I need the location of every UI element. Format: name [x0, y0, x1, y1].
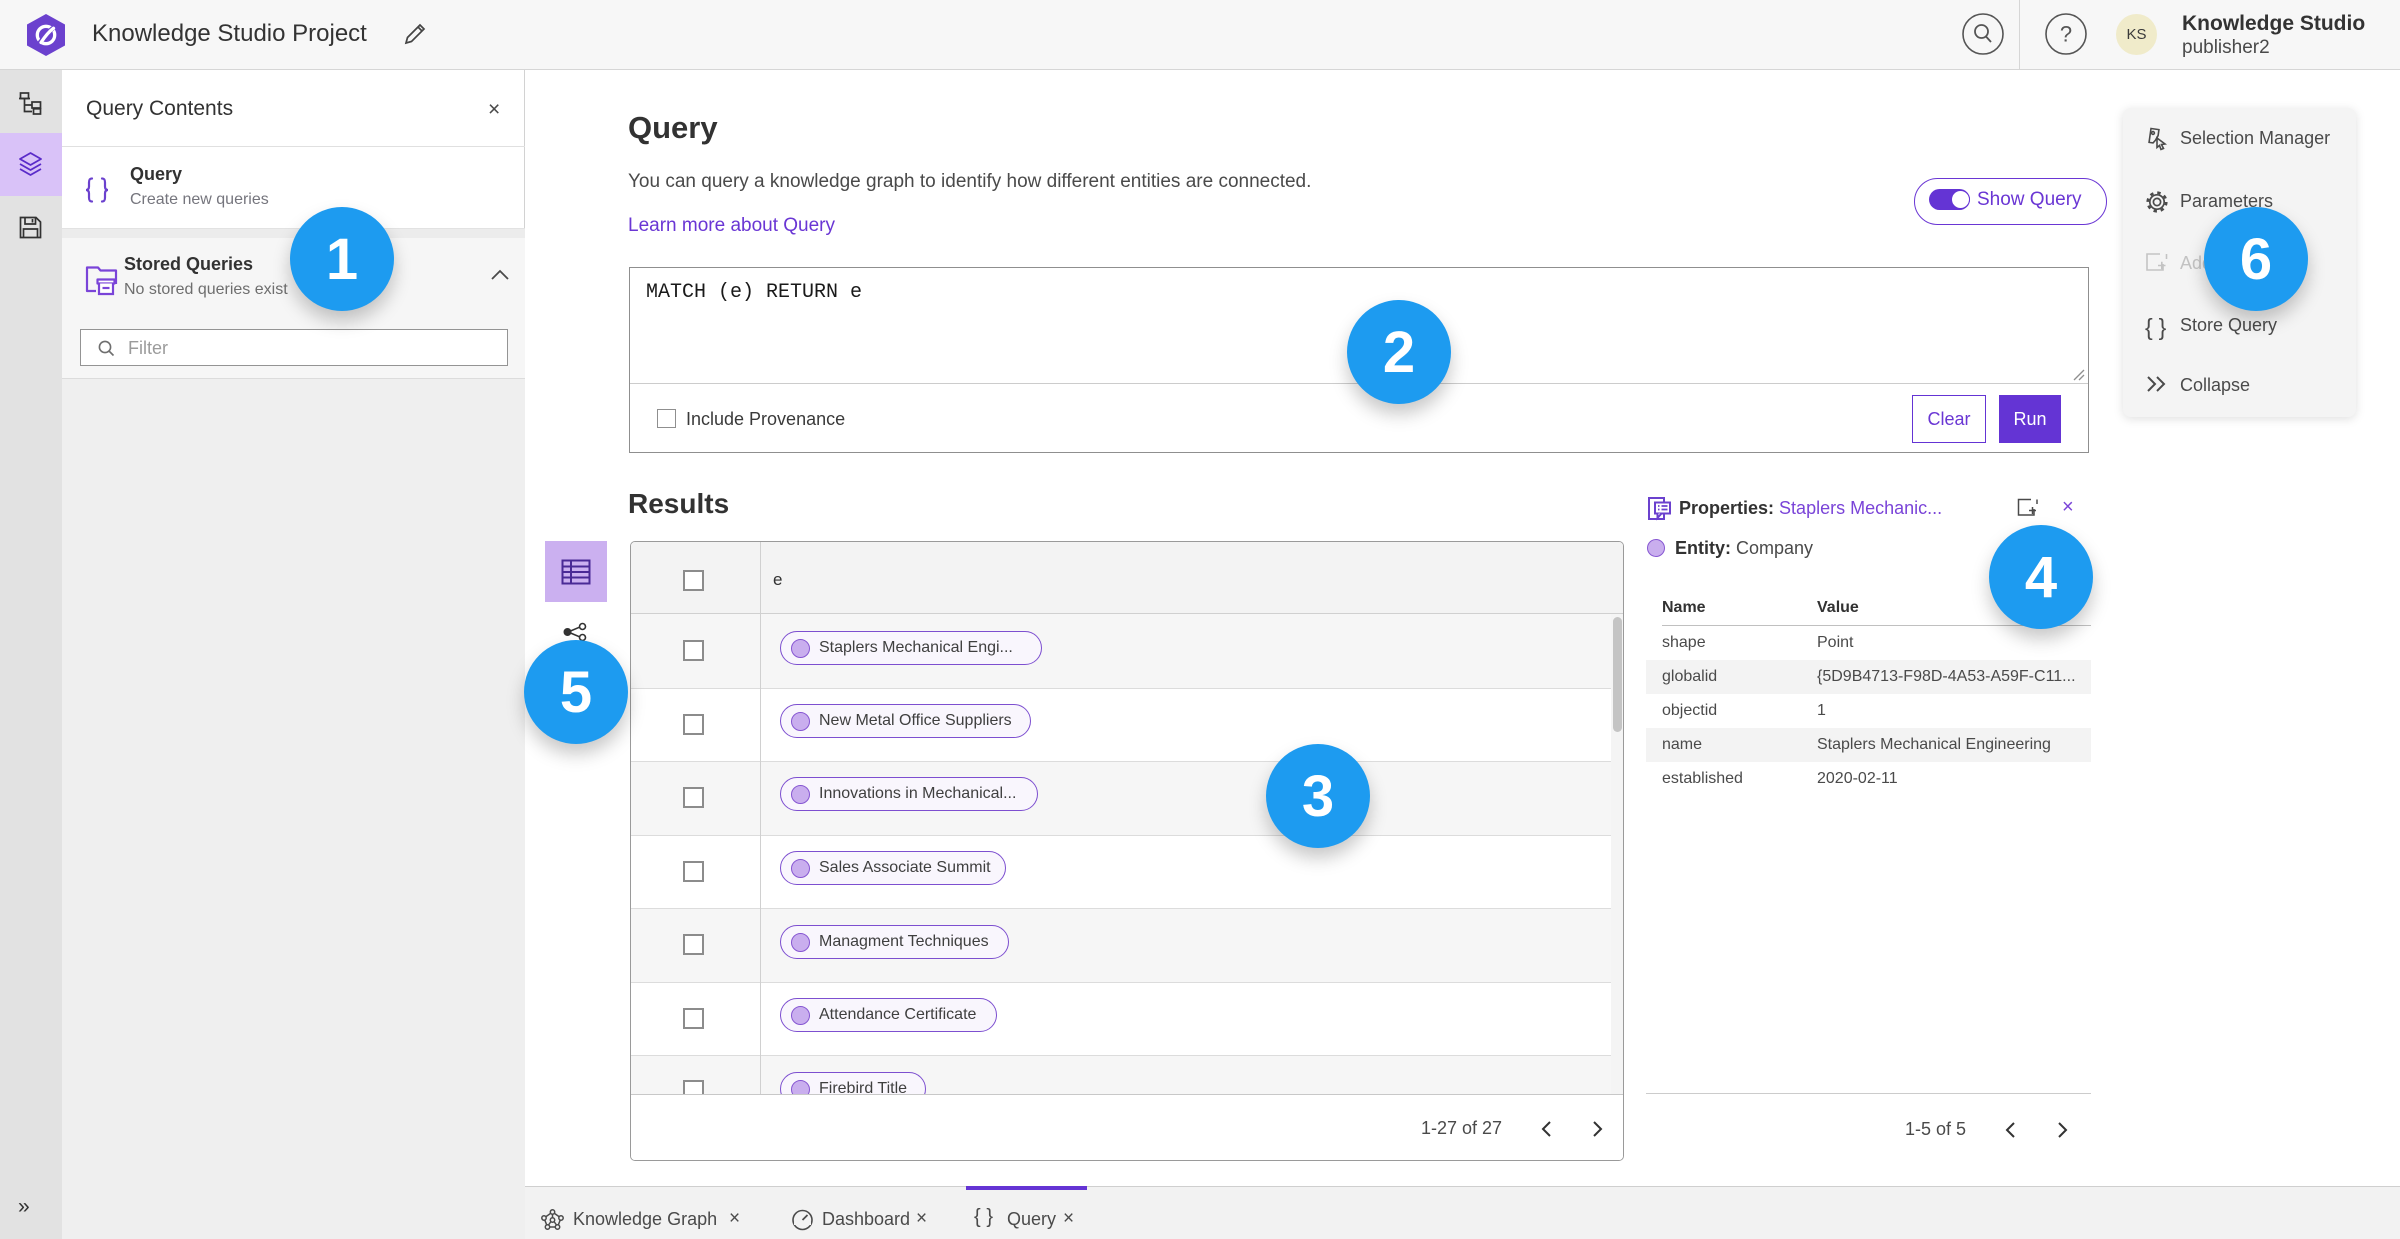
svg-text:?: ? [2060, 22, 2072, 47]
